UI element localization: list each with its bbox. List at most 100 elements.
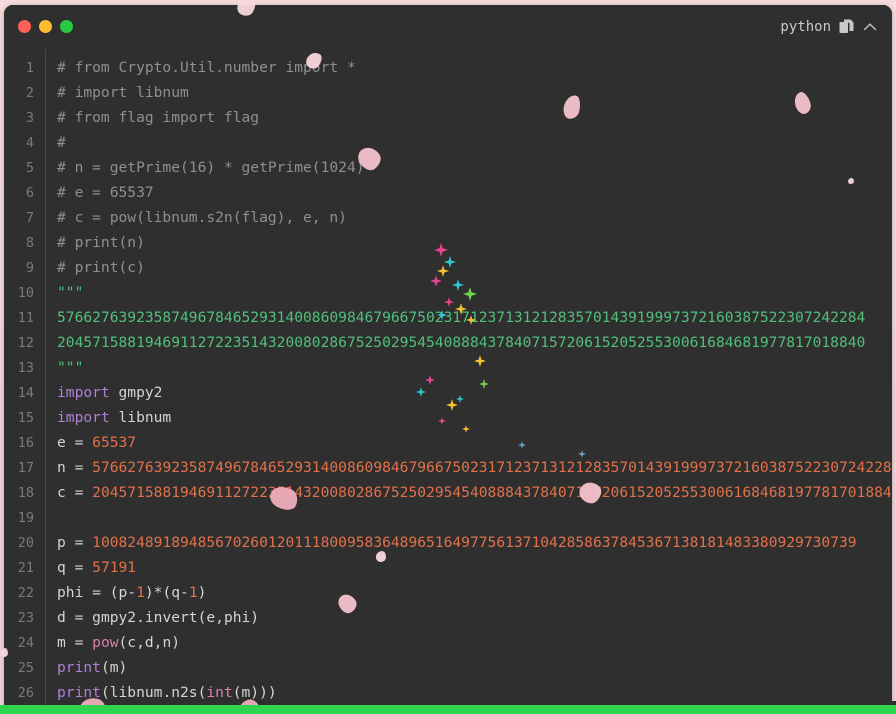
code-line: 14 import gmpy2	[4, 380, 892, 405]
line-number: 20	[17, 534, 34, 551]
line-content[interactable]: m = pow(c,d,n)	[44, 634, 892, 651]
line-content[interactable]: c = 204571588194691127223514320080286752…	[44, 484, 892, 501]
code-line: 25 print(m)	[4, 655, 892, 680]
line-content[interactable]: # from Crypto.Util.number import *	[44, 59, 892, 76]
line-content[interactable]: 2045715881946911272235143200802867525029…	[44, 334, 892, 351]
token: 5766276392358749678465293140086098467966…	[92, 459, 892, 476]
line-number: 1	[25, 59, 34, 76]
code-line: 8 # print(n)	[4, 230, 892, 255]
token: 1008248918948567026012011180095836489651…	[92, 534, 857, 551]
line-number: 2	[25, 84, 34, 101]
code-line: 2 # import libnum	[4, 80, 892, 105]
line-content[interactable]: print(libnum.n2s(int(m)))	[44, 684, 892, 701]
line-content[interactable]: import libnum	[44, 409, 892, 426]
token: gmpy2	[109, 384, 163, 401]
line-number: 24	[17, 634, 34, 651]
token: p	[57, 534, 75, 551]
token: q	[57, 559, 75, 576]
code-snippet-card: python 1 # from Crypto.Util.number import…	[4, 5, 892, 705]
token: import	[57, 384, 110, 401]
line-content[interactable]: # from flag import flag	[44, 109, 892, 126]
code-line: 11 57662763923587496784652931400860984679…	[4, 305, 892, 330]
token: 65537	[92, 434, 137, 451]
code-line: 4 #	[4, 130, 892, 155]
line-content[interactable]: # import libnum	[44, 84, 892, 101]
line-content[interactable]: # c = pow(libnum.s2n(flag), e, n)	[44, 209, 892, 226]
line-content[interactable]: print(m)	[44, 659, 892, 676]
line-content[interactable]: e = 65537	[44, 434, 892, 451]
code-lines: 1 # from Crypto.Util.number import * 2 # im…	[4, 55, 892, 705]
line-number: 26	[17, 684, 34, 701]
line-number: 25	[17, 659, 34, 676]
line-number: 19	[17, 509, 34, 526]
bottom-green-bar	[0, 705, 896, 714]
code-line: 20 p = 1008248918948567026012011180095836…	[4, 530, 892, 555]
code-line: 7 # c = pow(libnum.s2n(flag), e, n)	[4, 205, 892, 230]
line-content[interactable]: n = 576627639235874967846529314008609846…	[44, 459, 892, 476]
minimize-button[interactable]	[39, 20, 52, 33]
code-line: 19	[4, 505, 892, 530]
line-content[interactable]: # print(n)	[44, 234, 892, 251]
line-content[interactable]: """	[44, 284, 892, 301]
line-number: 9	[25, 259, 34, 276]
code-line: 16 e = 65537	[4, 430, 892, 455]
token: int	[206, 684, 233, 701]
line-content[interactable]: """	[44, 359, 892, 376]
line-content[interactable]: # n = getPrime(16) * getPrime(1024)	[44, 159, 892, 176]
line-number: 21	[17, 559, 34, 576]
token: =	[74, 434, 93, 451]
line-content[interactable]: # e = 65537	[44, 184, 892, 201]
token: c	[57, 484, 75, 501]
token: import	[57, 409, 110, 426]
line-content[interactable]: 5766276392358749678465293140086098467966…	[44, 309, 892, 326]
line-content[interactable]: # print(c)	[44, 259, 892, 276]
code-editor[interactable]: 1 # from Crypto.Util.number import * 2 # im…	[4, 49, 892, 705]
token: 5766276392358749678465293140086098467966…	[57, 309, 866, 326]
token: # e = 65537	[57, 184, 154, 201]
traffic-light-buttons[interactable]	[18, 20, 73, 33]
line-number: 18	[17, 484, 34, 501]
token: =	[74, 459, 93, 476]
token: (p-	[109, 584, 137, 601]
token: print	[57, 659, 101, 676]
token: # from flag import flag	[57, 109, 260, 126]
line-number: 7	[25, 209, 34, 226]
zoom-button[interactable]	[60, 20, 73, 33]
line-content[interactable]: import gmpy2	[44, 384, 892, 401]
window-titlebar: python	[4, 5, 892, 49]
token: m	[57, 634, 75, 651]
titlebar-right-group: python	[780, 18, 878, 35]
token: (m)))	[232, 684, 277, 701]
line-content[interactable]: q = 57191	[44, 559, 892, 576]
copy-icon[interactable]	[838, 18, 855, 35]
line-number: 16	[17, 434, 34, 451]
code-line: 6 # e = 65537	[4, 180, 892, 205]
code-line: 9 # print(c)	[4, 255, 892, 280]
line-number: 5	[25, 159, 34, 176]
token: pow	[92, 634, 119, 651]
code-line: 22 phi = (p-1)*(q-1)	[4, 580, 892, 605]
token: 1	[136, 584, 145, 601]
token: (m)	[100, 659, 128, 676]
token: phi	[57, 584, 93, 601]
line-number: 22	[17, 584, 34, 601]
code-line: 21 q = 57191	[4, 555, 892, 580]
line-content[interactable]: d = gmpy2.invert(e,phi)	[44, 609, 892, 626]
code-line: 5 # n = getPrime(16) * getPrime(1024)	[4, 155, 892, 180]
code-line: 24 m = pow(c,d,n)	[4, 630, 892, 655]
token: )	[197, 584, 207, 601]
line-number: 3	[25, 109, 34, 126]
line-content[interactable]: p = 100824891894856702601201118009583648…	[44, 534, 892, 551]
line-number: 23	[17, 609, 34, 626]
line-number: 8	[25, 234, 34, 251]
line-number: 12	[17, 334, 34, 351]
chevron-up-icon[interactable]	[862, 19, 878, 35]
close-button[interactable]	[18, 20, 31, 33]
line-content[interactable]: #	[44, 134, 892, 151]
line-number: 6	[25, 184, 34, 201]
token: print	[57, 684, 101, 701]
token: =	[74, 559, 93, 576]
line-content[interactable]: phi = (p-1)*(q-1)	[44, 584, 892, 601]
code-line: 3 # from flag import flag	[4, 105, 892, 130]
code-line: 23 d = gmpy2.invert(e,phi)	[4, 605, 892, 630]
